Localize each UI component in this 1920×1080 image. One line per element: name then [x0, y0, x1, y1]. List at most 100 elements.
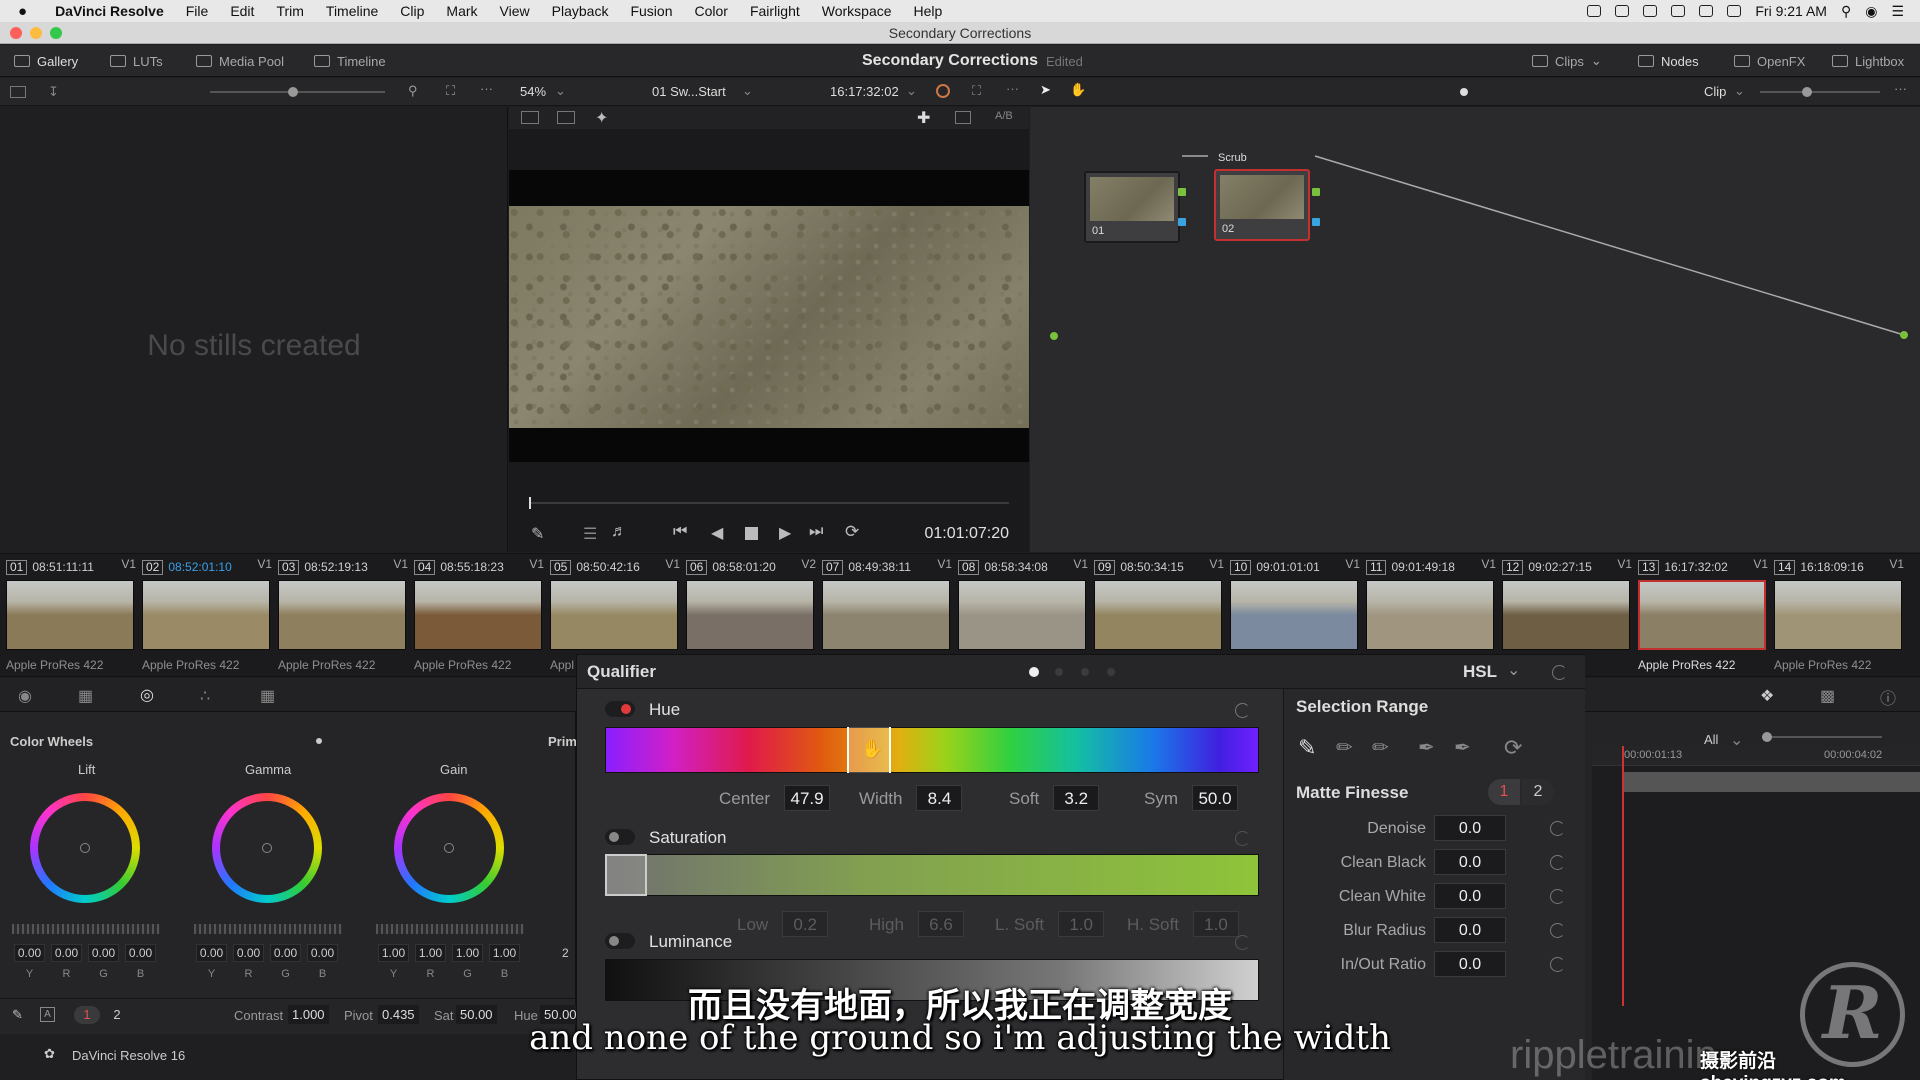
qualifier-page-dot-4[interactable] [1107, 668, 1115, 676]
slider-knob[interactable] [1802, 87, 1812, 97]
loop-icon[interactable]: ⟳ [845, 522, 859, 542]
apple-icon[interactable]: ● [18, 3, 27, 20]
saturation-range-bar[interactable] [605, 854, 1259, 896]
slider-knob[interactable] [288, 87, 298, 97]
page-dot[interactable] [316, 738, 322, 744]
timeline-button[interactable]: Timeline [314, 45, 386, 77]
playhead[interactable] [529, 497, 531, 509]
gamma-b[interactable]: 0.00 [307, 944, 338, 962]
info-icon[interactable]: ⓘ [1880, 685, 1896, 709]
rgb-mixer-icon[interactable]: ∴ [200, 686, 210, 706]
lift-g[interactable]: 0.00 [88, 944, 119, 962]
keyframe-filter[interactable]: All [1704, 732, 1718, 747]
sat-low-value[interactable]: 0.2 [782, 911, 829, 937]
import-icon[interactable]: ↧ [48, 84, 59, 100]
gallery-button[interactable]: Gallery [14, 45, 78, 77]
gain-wheel[interactable] [394, 793, 504, 903]
hue-range-handle[interactable]: ✋ [847, 727, 891, 773]
menu-timeline[interactable]: Timeline [326, 3, 378, 19]
sidebar-toggle-icon[interactable] [10, 86, 26, 98]
gamma-y[interactable]: 0.00 [196, 944, 227, 962]
color-picker-icon[interactable]: ✎ [531, 524, 544, 544]
matte-tab-1[interactable]: 1 [1488, 779, 1520, 805]
siri-icon[interactable]: ◉ [1865, 3, 1877, 20]
keyframe-zoom-slider[interactable] [1762, 732, 1882, 742]
clip-thumbnail-04[interactable]: 04 08:55:18:23 V1 Apple ProRes 422 [408, 554, 544, 678]
matte-row-value[interactable]: 0.0 [1434, 815, 1506, 841]
menu-playback[interactable]: Playback [552, 3, 609, 19]
slider-knob[interactable] [1762, 732, 1772, 742]
node-mode[interactable]: Clip [1704, 84, 1726, 99]
invert-icon[interactable]: ⟳ [1504, 735, 1522, 761]
sat-hsoft-value[interactable]: 1.0 [1192, 911, 1239, 937]
pointer-tool-icon[interactable]: ➤ [1040, 82, 1051, 98]
node-output[interactable] [1178, 188, 1186, 196]
volume-icon[interactable]: ♬ [611, 523, 627, 541]
qualifier-reset-icon[interactable] [1552, 665, 1567, 680]
clip-image[interactable] [1502, 580, 1630, 650]
spotlight-icon[interactable]: ⚲ [1841, 3, 1851, 20]
clip-image[interactable] [1774, 580, 1902, 650]
gain-b[interactable]: 1.00 [489, 944, 520, 962]
keyframe-playhead[interactable] [1622, 746, 1624, 1006]
menu-clip[interactable]: Clip [400, 3, 424, 19]
gamma-wheel[interactable] [212, 793, 322, 903]
go-to-start-icon[interactable]: ⏮ [673, 523, 687, 541]
gain-r[interactable]: 1.00 [415, 944, 446, 962]
hue-width-value[interactable]: 8.4 [916, 785, 963, 811]
hand-tool-icon[interactable]: ✋ [1070, 82, 1086, 98]
gain-wheel-center[interactable] [444, 843, 454, 853]
color-wheels-icon[interactable]: ◎ [140, 685, 154, 705]
gain-g[interactable]: 1.00 [452, 944, 483, 962]
keyframe-ruler[interactable]: 00:00:01:13 00:00:04:02 [1592, 746, 1920, 766]
lift-wheel[interactable] [30, 793, 140, 903]
viewer-image[interactable] [509, 206, 1029, 428]
hue-toggle[interactable] [605, 701, 635, 717]
clip-image[interactable] [414, 580, 542, 650]
hue-center-value[interactable]: 47.9 [784, 785, 831, 811]
ab-label[interactable]: A/B [995, 110, 1013, 122]
hue-range-bar[interactable] [605, 727, 1259, 773]
menu-trim[interactable]: Trim [276, 3, 303, 19]
go-to-end-icon[interactable]: ⏭ [809, 523, 823, 541]
sat-high-value[interactable]: 6.6 [917, 911, 964, 937]
more-icon[interactable]: ··· [1894, 81, 1907, 96]
play-icon[interactable]: ▶ [779, 523, 791, 543]
reset-icon[interactable] [1550, 889, 1565, 904]
menu-edit[interactable]: Edit [230, 3, 254, 19]
clip-thumbnail-01[interactable]: 01 08:51:11:11 V1 Apple ProRes 422 [0, 554, 136, 678]
node-key-output[interactable] [1312, 218, 1320, 226]
luminance-reset-icon[interactable] [1235, 935, 1250, 950]
clip-image[interactable] [1638, 580, 1766, 650]
menu-fusion[interactable]: Fusion [630, 3, 672, 19]
gamma-master-wheel[interactable] [194, 924, 342, 934]
clip-name[interactable]: 01 Sw...Start [652, 84, 726, 99]
clip-thumbnail-14[interactable]: 14 16:18:09:16 V1 Apple ProRes 422 [1768, 554, 1904, 678]
qualifier-page-dot-2[interactable] [1055, 668, 1063, 676]
menu-clock[interactable]: Fri 9:21 AM [1755, 3, 1827, 19]
gamma-g[interactable]: 0.00 [270, 944, 301, 962]
color-match-icon[interactable]: ▦ [78, 686, 93, 706]
lift-b[interactable]: 0.00 [125, 944, 156, 962]
motion-effects-icon[interactable]: ▦ [260, 686, 275, 706]
gain-y[interactable]: 1.00 [378, 944, 409, 962]
node-01[interactable]: 01 [1084, 171, 1180, 243]
clip-thumbnail-03[interactable]: 03 08:52:19:13 V1 Apple ProRes 422 [272, 554, 408, 678]
clip-thumbnail-02[interactable]: 02 08:52:01:10 V1 Apple ProRes 422 [136, 554, 272, 678]
gamma-wheel-center[interactable] [262, 843, 272, 853]
menu-mark[interactable]: Mark [446, 3, 477, 19]
reset-icon[interactable] [1550, 821, 1565, 836]
node-zoom-slider[interactable] [1760, 87, 1880, 97]
dropbox-icon[interactable] [1615, 5, 1630, 17]
hue-reset-icon[interactable] [1235, 703, 1250, 718]
search-icon[interactable]: ⚲ [408, 83, 418, 99]
menu-app-name[interactable]: DaVinci Resolve [55, 3, 164, 19]
wifi-icon[interactable] [1671, 5, 1686, 17]
gallery-zoom-slider[interactable] [210, 87, 385, 97]
nodes-button[interactable]: Nodes [1638, 45, 1699, 77]
clip-image[interactable] [550, 580, 678, 650]
qualifier-page-dot-3[interactable] [1081, 668, 1089, 676]
magic-wand-icon[interactable]: ✦ [595, 108, 608, 128]
clip-image[interactable] [958, 580, 1086, 650]
clip-image[interactable] [1366, 580, 1494, 650]
